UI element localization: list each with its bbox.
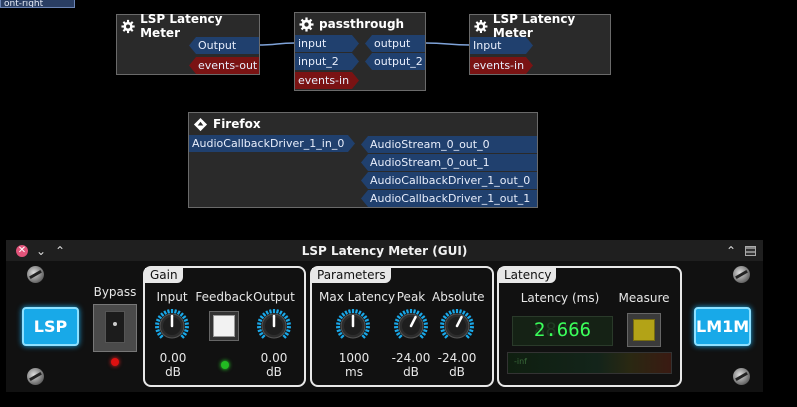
gain-output-unit: dB <box>266 365 282 379</box>
window-titlebar[interactable]: LSP Latency Meter (GUI) <box>6 240 763 261</box>
node-title-text: passthrough <box>319 17 405 31</box>
screw-icon <box>733 368 750 385</box>
gain-input-label: Input <box>156 290 188 304</box>
port-events-in[interactable]: events-in <box>470 57 533 74</box>
peak-label: Peak <box>396 290 426 304</box>
app-icon <box>193 117 208 131</box>
port-audiocallbackdriver-1-out-0[interactable]: AudioCallbackDriver_1_out_0 <box>361 172 537 189</box>
parameters-group-label: Parameters <box>312 268 391 283</box>
lcd-digits: 2.666 <box>533 319 592 341</box>
absolute-value: -24.00 <box>437 351 477 365</box>
max-latency-knob[interactable] <box>333 306 373 346</box>
model-logo-button[interactable]: LM1M <box>694 307 751 346</box>
bypass-label: Bypass <box>93 285 137 299</box>
window-menu-icon[interactable] <box>745 246 756 256</box>
port-output[interactable]: output <box>365 35 425 52</box>
max-latency-label: Max Latency <box>319 290 396 304</box>
gear-icon <box>474 19 488 33</box>
max-latency-value: 1000 <box>338 351 370 365</box>
bypass-switch[interactable] <box>93 304 137 352</box>
meter-inf-label: -inf <box>514 357 527 366</box>
port-input-2[interactable]: input_2 <box>295 53 359 70</box>
node-title: LSP Latency Meter <box>470 12 610 40</box>
port-events-out[interactable]: events-out <box>189 57 259 74</box>
absolute-label: Absolute <box>432 290 485 304</box>
measure-label: Measure <box>618 291 670 305</box>
latency-group-label: Latency <box>499 268 557 283</box>
screw-icon <box>27 368 44 385</box>
feedback-toggle[interactable] <box>209 311 239 341</box>
node-lsp-latency-meter-in[interactable]: LSP Latency Meter Input events-in <box>469 12 611 75</box>
port-input[interactable]: input <box>295 35 359 52</box>
latency-readout: 88888 2.666 <box>512 316 613 346</box>
node-passthrough[interactable]: passthrough input input_2 events-in outp… <box>294 12 426 91</box>
gain-input-value: 0.00 <box>159 351 187 365</box>
gain-output-label: Output <box>253 290 295 304</box>
screw-icon <box>733 266 750 283</box>
peak-knob[interactable] <box>391 306 431 346</box>
gain-group-label: Gain <box>145 268 183 283</box>
absolute-unit: dB <box>449 365 465 379</box>
node-title-text: LSP Latency Meter <box>492 12 576 40</box>
gain-input-knob[interactable] <box>152 306 192 346</box>
node-title-text: LSP Latency Meter <box>140 12 223 40</box>
port-audiostream-0-out-0[interactable]: AudioStream_0_out_0 <box>361 136 537 153</box>
port-audiostream-0-out-1[interactable]: AudioStream_0_out_1 <box>361 154 537 171</box>
gain-input-unit: dB <box>165 365 181 379</box>
max-latency-unit: ms <box>345 365 363 379</box>
port-events-in[interactable]: events-in <box>295 72 359 89</box>
node-title: LSP Latency Meter <box>117 12 259 40</box>
level-meter: -inf <box>507 352 672 374</box>
switch-lever-icon <box>105 311 125 343</box>
port-input[interactable]: Input <box>470 37 533 54</box>
node-firefox[interactable]: Firefox AudioCallbackDriver_1_in_0 Audio… <box>188 112 538 208</box>
node-title-text: Firefox <box>213 117 261 131</box>
chevron-up-icon[interactable]: ⌃ <box>55 240 65 262</box>
lsp-logo-button[interactable]: LSP <box>22 307 79 346</box>
node-title: Firefox <box>189 113 537 135</box>
port-audiocallbackdriver-1-out-1[interactable]: AudioCallbackDriver_1_out_1 <box>361 190 537 207</box>
chevron-down-icon[interactable]: ⌄ <box>36 240 46 262</box>
feedback-led <box>221 361 229 369</box>
port-output-2[interactable]: output_2 <box>365 53 425 70</box>
absolute-knob[interactable] <box>437 306 477 346</box>
gain-output-knob[interactable] <box>254 306 294 346</box>
gear-icon <box>121 19 135 33</box>
measure-button[interactable] <box>627 313 661 347</box>
node-title: passthrough <box>295 13 425 35</box>
gear-icon <box>299 16 314 32</box>
port-output[interactable]: Output <box>189 37 259 54</box>
port-audiocallbackdriver-1-in-0[interactable]: AudioCallbackDriver_1_in_0 <box>189 135 355 152</box>
node-lsp-latency-meter-out[interactable]: LSP Latency Meter Output events-out <box>116 12 260 75</box>
gain-output-value: 0.00 <box>260 351 288 365</box>
latency-ms-label: Latency (ms) <box>520 291 600 305</box>
double-chevron-up-icon[interactable]: ⌃ <box>726 240 736 262</box>
window-title: LSP Latency Meter (GUI) <box>301 244 468 258</box>
bypass-led <box>111 358 119 366</box>
peak-unit: dB <box>403 365 419 379</box>
plugin-window: LSP Latency Meter (GUI) ✕ ⌄ ⌃ ⌃ LSP LM1M… <box>6 240 763 392</box>
screw-icon <box>27 266 44 283</box>
feedback-label: Feedback <box>195 290 253 304</box>
peak-value: -24.00 <box>391 351 431 365</box>
close-button[interactable]: ✕ <box>16 245 28 257</box>
